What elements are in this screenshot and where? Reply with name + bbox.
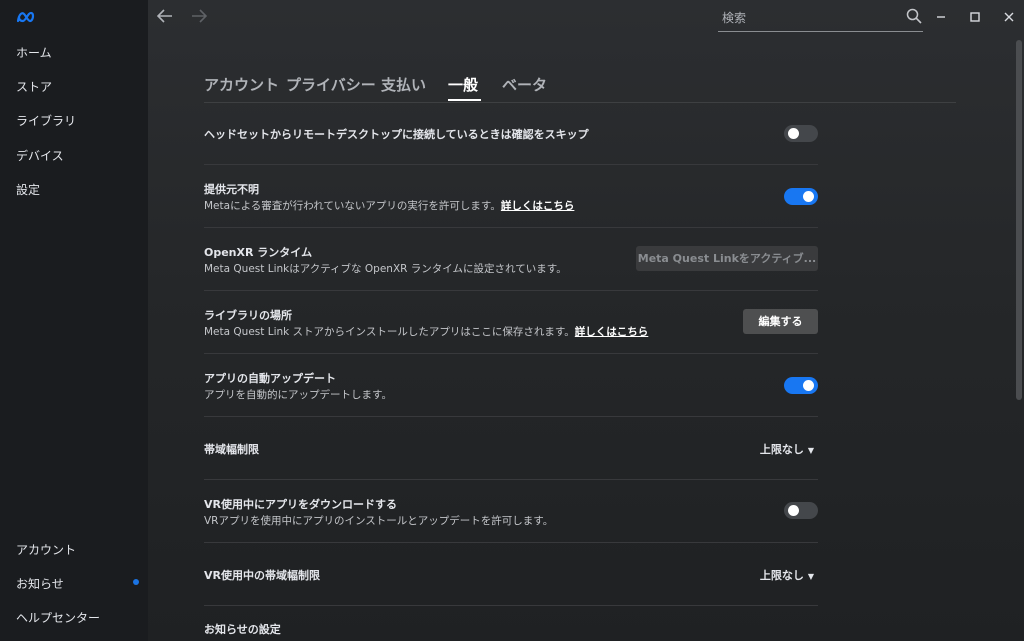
sidebar-item-notifications[interactable]: お知らせ: [16, 575, 64, 592]
sidebar-item-account[interactable]: アカウント: [16, 541, 76, 558]
setting-row-skip-confirm: ヘッドセットからリモートデスクトップに接続しているときは確認をスキップ: [204, 102, 818, 165]
setting-row-openxr: OpenXR ランタイム Meta Quest Linkはアクティブな Open…: [204, 228, 818, 291]
active-tab-indicator: [448, 99, 481, 101]
dropdown-value: 上限なし: [759, 443, 804, 456]
edit-library-button[interactable]: 編集する: [743, 309, 818, 334]
main-content: アカウント プライバシー 支払い 一般 ベータ ヘッドセットからリモートデスクト…: [148, 0, 1024, 641]
notification-dot: [133, 579, 139, 585]
setting-title: 提供元不明: [204, 183, 259, 196]
setting-title: アプリの自動アップデート: [204, 372, 336, 385]
setting-row-auto-update: アプリの自動アップデート アプリを自動的にアップデートします。: [204, 354, 818, 417]
learn-more-link[interactable]: 詳しくはこちら: [501, 200, 575, 212]
tab-beta[interactable]: ベータ: [502, 74, 547, 95]
toggle-knob: [803, 380, 814, 391]
description-text: Meta Quest Link ストアからインストールしたアプリはここに保存され…: [204, 326, 575, 338]
tab-account[interactable]: アカウント: [204, 74, 279, 95]
vr-download-toggle[interactable]: [784, 502, 818, 519]
chevron-down-icon: ▼: [807, 446, 814, 455]
toggle-knob: [788, 128, 799, 139]
setting-row-bandwidth: 帯域幅制限 上限なし ▼: [204, 417, 818, 480]
description-text: Metaによる審査が行われていないアプリの実行を許可します。: [204, 200, 501, 212]
learn-more-link[interactable]: 詳しくはこちら: [575, 326, 649, 338]
setting-title: VR使用中の帯域幅制限: [204, 569, 320, 582]
skip-confirm-toggle[interactable]: [784, 125, 818, 142]
search-box: [718, 4, 923, 32]
setting-row-notifications: お知らせの設定: [204, 606, 818, 641]
sidebar-item-home[interactable]: ホーム: [16, 44, 52, 61]
sidebar-item-settings[interactable]: 設定: [16, 181, 40, 198]
setting-description: Meta Quest Link ストアからインストールしたアプリはここに保存され…: [204, 324, 648, 339]
scrollbar-thumb[interactable]: [1016, 40, 1022, 400]
setting-row-vr-download: VR使用中にアプリをダウンロードする VRアプリを使用中にアプリのインストールと…: [204, 480, 818, 543]
minimize-icon[interactable]: [932, 8, 950, 26]
settings-tabs: アカウント プライバシー 支払い 一般 ベータ: [204, 74, 956, 103]
vr-bandwidth-dropdown[interactable]: 上限なし ▼: [760, 567, 814, 583]
chevron-down-icon: ▼: [807, 572, 814, 581]
setting-row-vr-bandwidth: VR使用中の帯域幅制限 上限なし ▼: [204, 543, 818, 606]
setting-title: VR使用中にアプリをダウンロードする: [204, 498, 397, 511]
sidebar-item-devices[interactable]: デバイス: [16, 147, 64, 164]
bandwidth-dropdown[interactable]: 上限なし ▼: [760, 441, 814, 457]
dropdown-value: 上限なし: [759, 569, 804, 582]
toggle-knob: [788, 505, 799, 516]
setting-description: VRアプリを使用中にアプリのインストールとアップデートを許可します。: [204, 515, 554, 527]
auto-update-toggle[interactable]: [784, 377, 818, 394]
search-icon[interactable]: [906, 8, 922, 24]
back-arrow-icon[interactable]: [157, 9, 173, 23]
setting-row-unknown-sources: 提供元不明 Metaによる審査が行われていないアプリの実行を許可します。詳しくは…: [204, 165, 818, 228]
toggle-knob: [803, 191, 814, 202]
maximize-icon[interactable]: [966, 8, 984, 26]
search-input[interactable]: [720, 7, 904, 29]
setting-description: Meta Quest Linkはアクティブな OpenXR ランタイムに設定され…: [204, 263, 567, 275]
sidebar-item-store[interactable]: ストア: [16, 78, 52, 95]
sidebar: ホーム ストア ライブラリ デバイス 設定 アカウント お知らせ ヘルプセンター: [0, 0, 148, 641]
setting-title: ライブラリの場所: [204, 309, 292, 322]
openxr-activate-button[interactable]: Meta Quest Linkをアクティブ...: [636, 246, 818, 271]
setting-title: 帯域幅制限: [204, 443, 259, 456]
setting-row-library-location: ライブラリの場所 Meta Quest Link ストアからインストールしたアプ…: [204, 291, 818, 354]
forward-arrow-icon[interactable]: [191, 9, 207, 23]
sidebar-item-library[interactable]: ライブラリ: [16, 112, 76, 129]
setting-title: OpenXR ランタイム: [204, 246, 313, 259]
setting-title: お知らせの設定: [204, 623, 281, 636]
close-icon[interactable]: [1000, 8, 1018, 26]
tab-payment[interactable]: 支払い: [381, 74, 426, 95]
meta-logo-icon[interactable]: [16, 10, 38, 24]
setting-description: Metaによる審査が行われていないアプリの実行を許可します。詳しくはこちら: [204, 198, 574, 213]
setting-description: アプリを自動的にアップデートします。: [204, 389, 392, 401]
tab-privacy[interactable]: プライバシー: [286, 74, 376, 95]
tab-general[interactable]: 一般: [448, 74, 478, 95]
setting-title: ヘッドセットからリモートデスクトップに接続しているときは確認をスキップ: [204, 128, 589, 141]
sidebar-item-help-center[interactable]: ヘルプセンター: [16, 609, 100, 626]
unknown-sources-toggle[interactable]: [784, 188, 818, 205]
